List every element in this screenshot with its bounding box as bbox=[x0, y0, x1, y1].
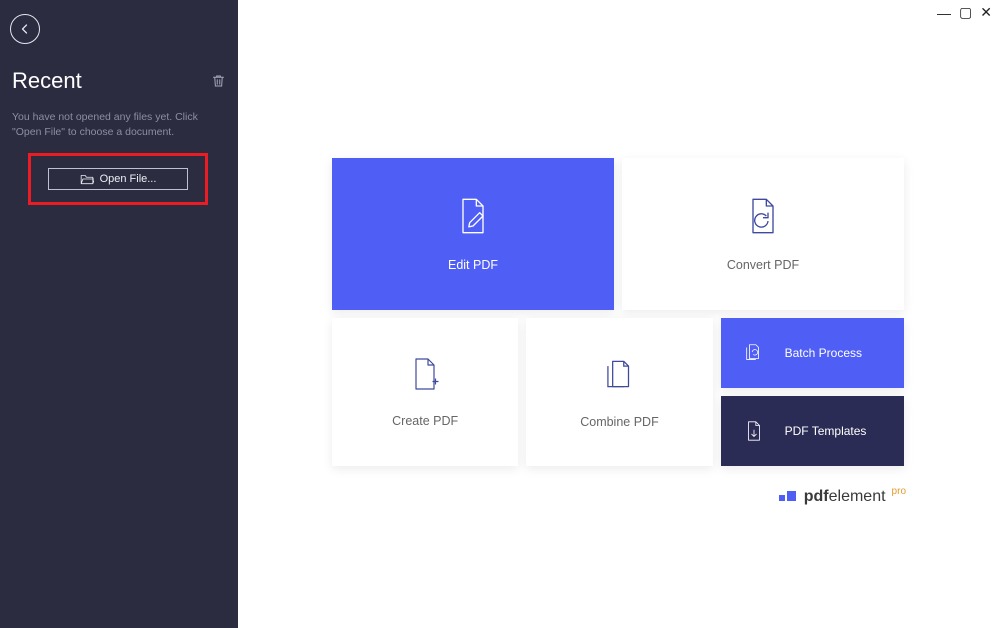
brand-text-2: element bbox=[829, 488, 886, 505]
pdf-templates-card[interactable]: PDF Templates bbox=[721, 396, 904, 466]
sidebar: Recent You have not opened any files yet… bbox=[0, 0, 238, 628]
convert-pdf-icon bbox=[743, 196, 783, 236]
recent-empty-hint: You have not opened any files yet. Click… bbox=[12, 110, 226, 139]
edit-pdf-label: Edit PDF bbox=[448, 258, 498, 272]
brand-logo: pdfelement pro bbox=[779, 488, 906, 506]
action-grid: Edit PDF Convert PDF Create PDF bbox=[332, 158, 904, 466]
combine-pdf-label: Combine PDF bbox=[580, 415, 659, 429]
close-button[interactable]: ✕ bbox=[980, 4, 992, 21]
edit-pdf-card[interactable]: Edit PDF bbox=[332, 158, 614, 310]
back-button[interactable] bbox=[10, 14, 40, 44]
main-panel: Edit PDF Convert PDF Create PDF bbox=[238, 0, 1000, 628]
tutorial-highlight: Open File... bbox=[28, 153, 208, 205]
combine-pdf-card[interactable]: Combine PDF bbox=[526, 318, 712, 466]
trash-icon bbox=[211, 73, 226, 89]
brand-pro-badge: pro bbox=[892, 486, 906, 497]
recent-heading: Recent bbox=[12, 68, 82, 94]
edit-pdf-icon bbox=[453, 196, 493, 236]
batch-process-icon bbox=[743, 342, 765, 364]
window-controls: — ▢ ✕ bbox=[937, 4, 992, 21]
convert-pdf-card[interactable]: Convert PDF bbox=[622, 158, 904, 310]
pdf-templates-label: PDF Templates bbox=[785, 424, 867, 438]
open-file-button[interactable]: Open File... bbox=[48, 168, 188, 190]
clear-recent-button[interactable] bbox=[211, 73, 226, 89]
maximize-button[interactable]: ▢ bbox=[959, 4, 972, 21]
minimize-button[interactable]: — bbox=[937, 5, 951, 21]
batch-process-card[interactable]: Batch Process bbox=[721, 318, 904, 388]
batch-process-label: Batch Process bbox=[785, 346, 862, 360]
chevron-left-icon bbox=[19, 23, 31, 35]
create-pdf-icon bbox=[407, 356, 443, 392]
convert-pdf-label: Convert PDF bbox=[727, 258, 799, 272]
open-file-label: Open File... bbox=[100, 173, 157, 185]
combine-pdf-icon bbox=[600, 355, 638, 393]
create-pdf-label: Create PDF bbox=[392, 414, 458, 428]
folder-open-icon bbox=[80, 173, 94, 185]
brand-text-1: pdf bbox=[804, 488, 829, 505]
create-pdf-card[interactable]: Create PDF bbox=[332, 318, 518, 466]
brand-mark-icon bbox=[779, 491, 796, 501]
pdf-templates-icon bbox=[743, 420, 765, 442]
